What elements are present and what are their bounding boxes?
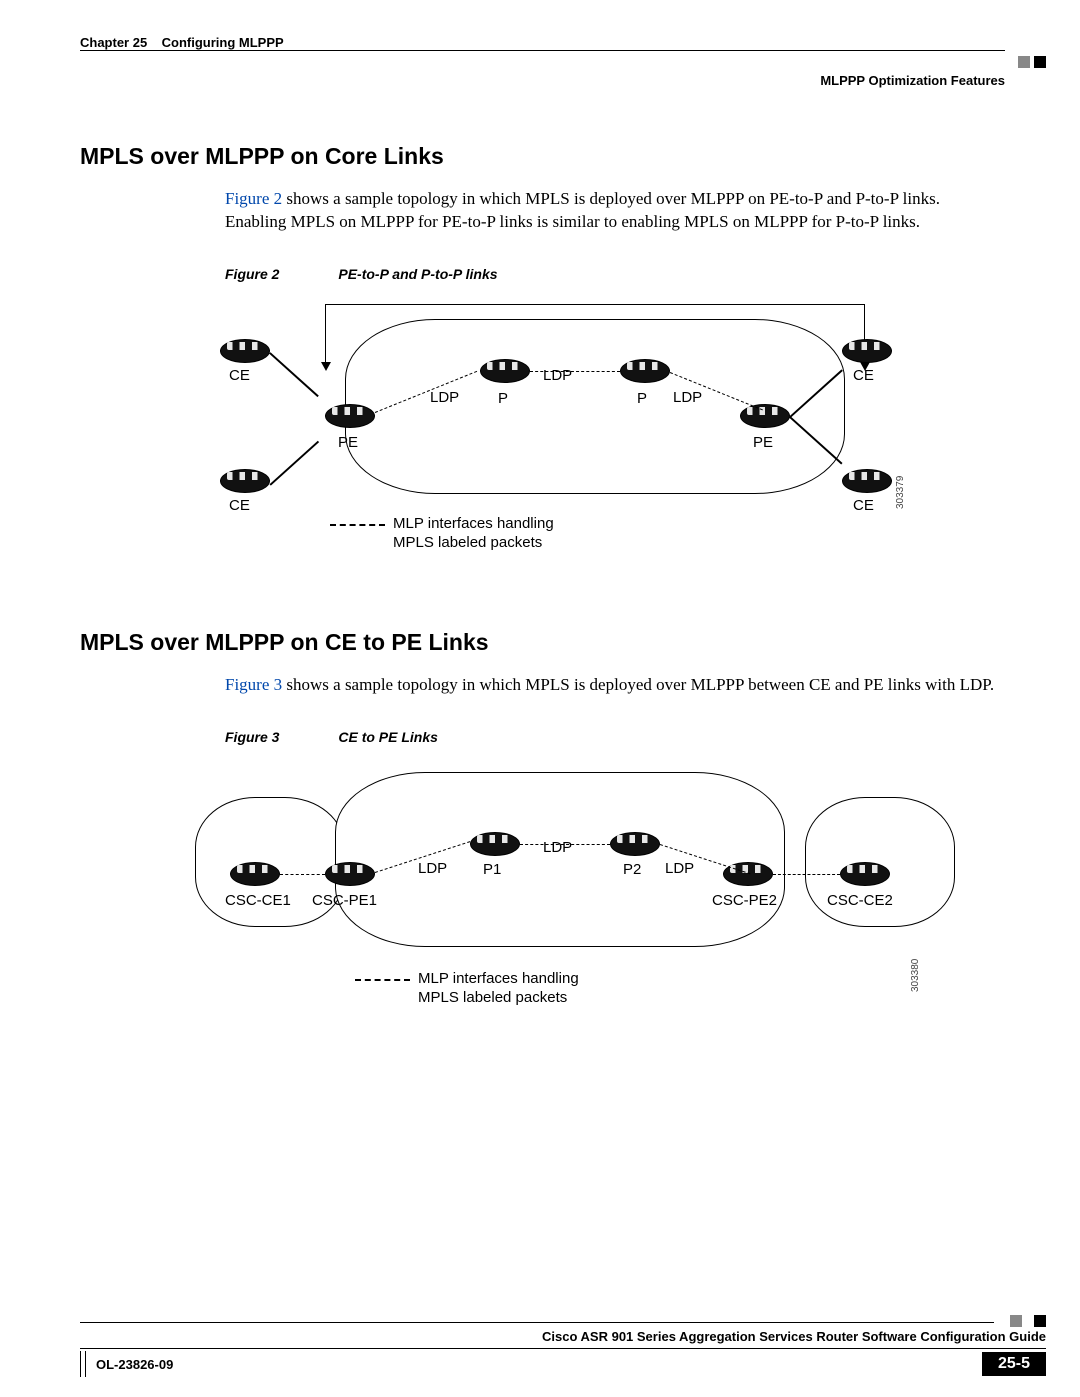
page-number-badge: 25-5 <box>982 1352 1046 1376</box>
label-ldp2-l: LDP <box>418 860 447 877</box>
label-ce-bl: CE <box>229 497 250 514</box>
section-subtitle: MLPPP Optimization Features <box>820 55 1005 88</box>
label-ce-tl: CE <box>229 367 250 384</box>
router-p-right <box>620 359 670 383</box>
page-number: 25-5 <box>998 1355 1030 1373</box>
body-text-1: shows a sample topology in which MPLS is… <box>225 189 940 231</box>
legend-text-1: MLP interfaces handling MPLS labeled pac… <box>393 514 554 553</box>
body-paragraph: Figure 2 shows a sample topology in whic… <box>225 188 1000 234</box>
router-pe-right <box>740 404 790 428</box>
label-pe-l: PE <box>338 434 358 451</box>
label-ldp-m: LDP <box>543 367 572 384</box>
figure-3-title: CE to PE Links <box>338 729 438 745</box>
chapter-number: Chapter 25 <box>80 35 147 50</box>
body-text-2: shows a sample topology in which MPLS is… <box>282 675 994 694</box>
figure-3-diagram: CSC-CE1 CSC-PE1 P1 P2 CSC-PE2 CSC-CE2 LD… <box>225 757 985 1027</box>
label-ce-tr: CE <box>853 367 874 384</box>
label-csc-pe2: CSC-PE2 <box>712 892 777 909</box>
figure-3-link[interactable]: Figure 3 <box>225 675 282 694</box>
legend-2a: MLP interfaces handling <box>418 970 579 987</box>
label-p2: P2 <box>623 861 641 878</box>
router-pe-left <box>325 404 375 428</box>
router-p1 <box>470 832 520 856</box>
router-csc-ce1 <box>230 862 280 886</box>
label-pe-r: PE <box>753 434 773 451</box>
page-footer: Cisco ASR 901 Series Aggregation Service… <box>0 1315 1080 1397</box>
figure-2-title: PE-to-P and P-to-P links <box>338 266 497 282</box>
book-title: Cisco ASR 901 Series Aggregation Service… <box>80 1329 1046 1348</box>
router-ce-top-right <box>842 339 892 363</box>
legend-1a: MLP interfaces handling <box>393 515 554 532</box>
page-marker-squares <box>1018 56 1046 68</box>
router-csc-pe1 <box>325 862 375 886</box>
figure-2-number: Figure 2 <box>225 266 279 282</box>
figure-3-caption: Figure 3 CE to PE Links <box>225 729 1000 745</box>
image-id-2: 303380 <box>910 958 921 991</box>
label-ldp-l: LDP <box>430 389 459 406</box>
body-paragraph-2: Figure 3 shows a sample topology in whic… <box>225 674 1000 697</box>
router-csc-ce2 <box>840 862 890 886</box>
label-p-l: P <box>498 390 508 407</box>
router-p2 <box>610 832 660 856</box>
figure-2-caption: Figure 2 PE-to-P and P-to-P links <box>225 266 1000 282</box>
legend-1b: MPLS labeled packets <box>393 534 542 551</box>
legend-2b: MPLS labeled packets <box>418 989 567 1006</box>
footer-dash-icon <box>80 1351 86 1377</box>
label-p-r: P <box>637 390 647 407</box>
chapter-label: Chapter 25 Configuring MLPPP <box>80 35 284 50</box>
figure-2-link[interactable]: Figure 2 <box>225 189 282 208</box>
page-header: Chapter 25 Configuring MLPPP MLPPP Optim… <box>0 0 1080 88</box>
label-csc-ce2: CSC-CE2 <box>827 892 893 909</box>
router-ce-bottom-right <box>842 469 892 493</box>
figure-2-diagram: CE CE PE P P PE CE CE LDP LDP LDP MLP in… <box>225 294 985 574</box>
doc-id: OL-23826-09 <box>96 1357 173 1372</box>
label-p1: P1 <box>483 861 501 878</box>
label-csc-pe1: CSC-PE1 <box>312 892 377 909</box>
label-ldp2-r: LDP <box>665 860 694 877</box>
label-ldp-r: LDP <box>673 389 702 406</box>
label-csc-ce1: CSC-CE1 <box>225 892 291 909</box>
figure-3-number: Figure 3 <box>225 729 279 745</box>
image-id-1: 303379 <box>895 476 906 509</box>
section-heading-core-links: MPLS over MLPPP on Core Links <box>80 143 1000 170</box>
chapter-title: Configuring MLPPP <box>162 35 284 50</box>
router-ce-top-left <box>220 339 270 363</box>
section-heading-ce-pe-links: MPLS over MLPPP on CE to PE Links <box>80 629 1000 656</box>
router-ce-bottom-left <box>220 469 270 493</box>
label-ldp2-m: LDP <box>543 839 572 856</box>
legend-text-2: MLP interfaces handling MPLS labeled pac… <box>418 969 579 1008</box>
label-ce-br: CE <box>853 497 874 514</box>
router-p-left <box>480 359 530 383</box>
